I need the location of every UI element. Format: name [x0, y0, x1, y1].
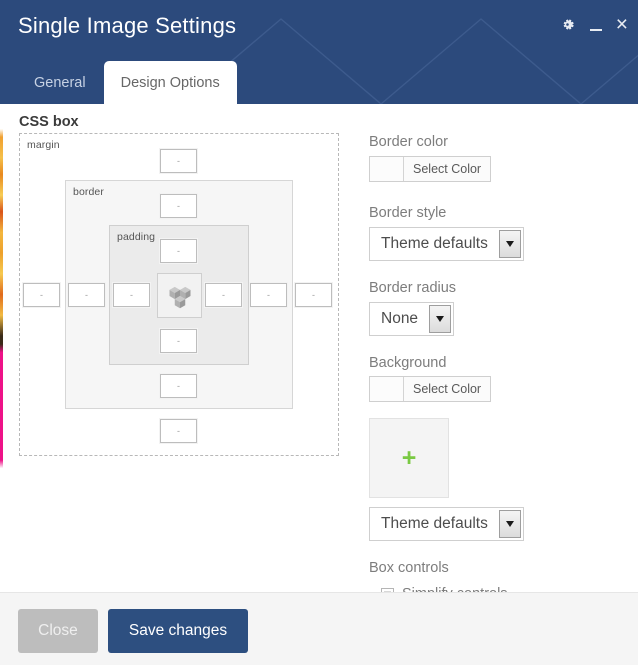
border-radius-select[interactable]: None: [369, 301, 455, 336]
border-color-picker[interactable]: Select Color: [369, 155, 492, 182]
cube-icon: [169, 286, 190, 308]
border-color-select-button[interactable]: Select Color: [404, 157, 490, 181]
border-bottom-input[interactable]: [159, 373, 198, 399]
border-style-select[interactable]: Theme defaults: [369, 226, 524, 261]
page-title: CSS box: [19, 114, 79, 130]
gear-icon[interactable]: [559, 16, 576, 33]
border-left-input[interactable]: [67, 282, 106, 308]
color-edge-strip: [0, 104, 3, 518]
background-label: Background: [369, 354, 447, 371]
border-right-input[interactable]: [249, 282, 288, 308]
background-color-picker[interactable]: Select Color: [369, 376, 492, 403]
margin-left-input[interactable]: [22, 282, 61, 308]
content-region: [157, 273, 202, 318]
border-radius-value: None: [381, 309, 419, 327]
background-style-value: Theme defaults: [381, 515, 488, 533]
border-radius-field: Border radius None: [369, 279, 621, 336]
border-color-label: Border color: [369, 134, 448, 150]
border-color-field: Border color Select Color: [369, 133, 621, 186]
border-label: border: [73, 186, 104, 198]
content-area: CSS box margin border padding - - - - - …: [0, 104, 638, 602]
css-box-model: margin border padding: [19, 133, 339, 456]
window-controls: ×: [559, 14, 628, 35]
tab-design-options[interactable]: Design Options: [103, 61, 237, 104]
window-title: Single Image Settings: [18, 13, 237, 38]
chevron-down-icon[interactable]: [498, 229, 521, 258]
minimize-icon[interactable]: [589, 17, 603, 33]
chevron-down-icon[interactable]: [498, 510, 521, 539]
border-style-label: Border style: [369, 204, 447, 221]
box-controls-label: Box controls: [369, 560, 449, 577]
border-top-input[interactable]: [159, 193, 198, 219]
modal-footer: Close Save changes: [0, 592, 638, 665]
border-style-value: Theme defaults: [381, 234, 488, 252]
background-image-upload[interactable]: +: [369, 418, 449, 499]
border-color-swatch[interactable]: [370, 156, 404, 181]
background-style-select[interactable]: Theme defaults: [369, 507, 524, 542]
border-radius-label: Border radius: [369, 279, 457, 296]
close-button[interactable]: Close: [18, 609, 98, 653]
padding-left-input[interactable]: [112, 282, 151, 308]
chevron-down-icon[interactable]: [429, 304, 452, 333]
plus-icon: +: [401, 443, 417, 472]
margin-bottom-input[interactable]: [159, 418, 198, 444]
settings-modal: Single Image Settings × General Design O…: [0, 0, 638, 665]
background-color-select-button[interactable]: Select Color: [404, 377, 490, 401]
title-bar: Single Image Settings × General Design O…: [0, 0, 638, 104]
tab-general[interactable]: General: [16, 61, 104, 104]
margin-top-input[interactable]: [159, 148, 198, 174]
margin-label: margin: [27, 139, 60, 151]
padding-right-input[interactable]: [204, 282, 243, 308]
padding-bottom-input[interactable]: [159, 328, 198, 354]
padding-top-input[interactable]: [159, 238, 198, 264]
background-field: Background Select Color + Theme defaults: [369, 354, 621, 542]
padding-label: padding: [117, 231, 156, 243]
design-options-panel: Border color Select Color Border style T…: [369, 133, 621, 602]
margin-right-input[interactable]: [294, 282, 333, 308]
save-changes-button[interactable]: Save changes: [108, 609, 248, 653]
background-color-swatch[interactable]: [370, 377, 404, 402]
border-style-field: Border style Theme defaults: [369, 204, 621, 261]
tab-bar: General Design Options: [16, 61, 237, 104]
close-icon[interactable]: ×: [616, 14, 628, 35]
